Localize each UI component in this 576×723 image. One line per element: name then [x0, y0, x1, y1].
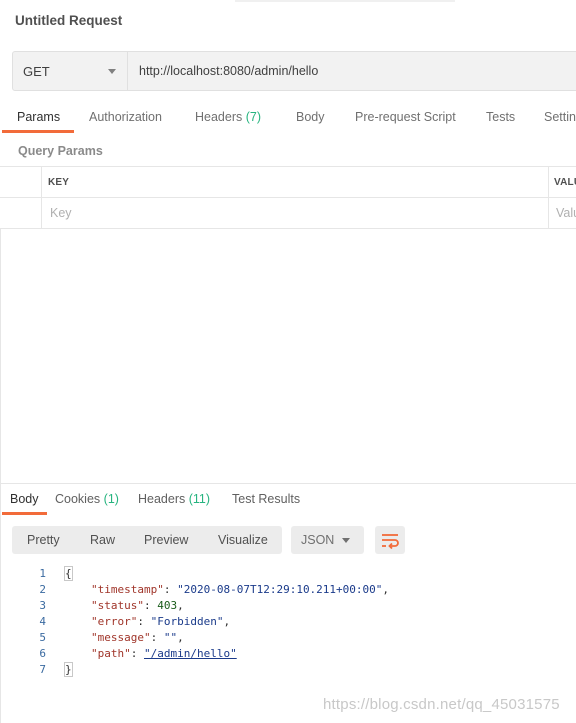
json-value: 403	[157, 599, 178, 612]
method-select[interactable]: GET	[13, 52, 128, 90]
line-number: 5	[39, 631, 46, 644]
json-trail: ,	[382, 583, 390, 596]
line-number: 7	[39, 663, 46, 676]
code-line: "error": "Forbidden",	[91, 615, 231, 628]
code-line: {	[64, 566, 73, 581]
line-number: 3	[39, 599, 46, 612]
json-key: "path"	[91, 647, 131, 660]
tab-params[interactable]: Params	[17, 110, 60, 124]
tab-label: Cookies	[55, 492, 101, 506]
tab-pre-request-script[interactable]: Pre-request Script	[355, 110, 456, 124]
tab-cookies[interactable]: Cookies (1)	[55, 492, 119, 506]
request-title-bar: Untitled Request	[0, 0, 576, 44]
json-trail: ,	[177, 631, 184, 644]
view-pretty-button[interactable]: Pretty	[27, 533, 60, 547]
table-border	[0, 197, 576, 198]
url-input[interactable]: http://localhost:8080/admin/hello	[139, 64, 318, 78]
json-value: ""	[163, 631, 178, 644]
tab-label: Settin	[544, 110, 576, 124]
tab-authorization[interactable]: Authorization	[89, 110, 162, 124]
column-header-key: KEY	[48, 177, 70, 188]
active-response-tab-indicator	[2, 512, 47, 515]
wrap-lines-icon	[382, 534, 399, 550]
param-key-input[interactable]: Key	[50, 206, 72, 220]
tab-label: Tests	[486, 110, 516, 124]
table-column-divider	[41, 166, 42, 229]
tab-label: Test Results	[232, 492, 301, 506]
tab-headers[interactable]: Headers (7)	[195, 110, 261, 124]
url-bar: GET http://localhost:8080/admin/hello	[12, 51, 576, 91]
code-line: "timestamp": "2020-08-07T12:29:10.211+00…	[91, 583, 390, 596]
json-trail: ,	[223, 615, 231, 628]
title-divider	[235, 0, 455, 2]
tab-tests[interactable]: Tests	[486, 110, 515, 124]
tab-body[interactable]: Body	[296, 110, 325, 124]
json-key: "status"	[91, 599, 144, 612]
format-select[interactable]: JSON	[291, 526, 364, 554]
tab-test-results[interactable]: Test Results	[232, 492, 300, 506]
json-key: "message"	[91, 631, 151, 644]
json-close-brace: }	[64, 662, 73, 677]
tab-response-body[interactable]: Body	[10, 492, 39, 506]
line-number: 1	[39, 567, 46, 580]
table-column-divider	[548, 166, 549, 229]
tab-label: Body	[10, 492, 39, 506]
format-label: JSON	[301, 533, 335, 547]
line-number: 6	[39, 647, 46, 660]
json-key: "error"	[91, 615, 138, 628]
active-tab-indicator	[2, 130, 74, 133]
column-header-value: VALU	[554, 177, 576, 188]
request-title[interactable]: Untitled Request	[15, 13, 122, 28]
response-headers-count: (11)	[188, 492, 211, 506]
tab-label: Params	[17, 110, 61, 124]
view-raw-button[interactable]: Raw	[90, 533, 115, 547]
tab-settings[interactable]: Settin	[544, 110, 576, 124]
tab-label: Pre-request Script	[355, 110, 456, 124]
json-open-brace: {	[64, 566, 73, 581]
code-line: "status": 403,	[91, 599, 184, 612]
table-border	[0, 228, 576, 229]
view-preview-button[interactable]: Preview	[144, 533, 188, 547]
json-value: "2020-08-07T12:29:10.211+00:00"	[177, 583, 383, 596]
tab-label: Body	[296, 110, 325, 124]
code-line: }	[64, 662, 73, 677]
json-link-value[interactable]: "/admin/hello"	[144, 647, 237, 660]
chevron-down-icon	[108, 69, 116, 74]
wrap-lines-button[interactable]	[375, 526, 405, 554]
tab-label: Headers	[138, 492, 186, 506]
query-params-label: Query Params	[18, 144, 103, 158]
tab-label: Headers	[195, 110, 243, 124]
request-tabs: Params Authorization Headers (7) Body Pr…	[0, 103, 576, 133]
chevron-down-icon	[342, 538, 350, 543]
query-params-table: KEY VALU Key Valu	[0, 166, 576, 229]
response-tabs: Body Cookies (1) Headers (11) Test Resul…	[0, 483, 576, 515]
line-number: 4	[39, 615, 46, 628]
code-line: "path": "/admin/hello"	[91, 647, 237, 660]
line-number: 2	[39, 583, 46, 596]
view-visualize-button[interactable]: Visualize	[218, 533, 268, 547]
json-trail: ,	[177, 599, 184, 612]
headers-count: (7)	[245, 110, 262, 124]
response-body-viewer[interactable]: 1 2 3 4 5 6 7 { "timestamp": "2020-08-07…	[0, 565, 576, 685]
table-border	[0, 166, 576, 167]
cookies-count: (1)	[103, 492, 119, 506]
tab-response-headers[interactable]: Headers (11)	[138, 492, 210, 506]
param-value-input[interactable]: Valu	[556, 206, 576, 220]
response-view-toolbar: Pretty Raw Preview Visualize	[12, 526, 282, 554]
tab-label: Authorization	[89, 110, 162, 124]
method-label: GET	[23, 64, 50, 79]
json-key: "timestamp"	[91, 583, 164, 596]
json-value: "Forbidden"	[150, 615, 224, 628]
code-line: "message": "",	[91, 631, 184, 644]
watermark: https://blog.csdn.net/qq_45031575	[323, 696, 560, 713]
